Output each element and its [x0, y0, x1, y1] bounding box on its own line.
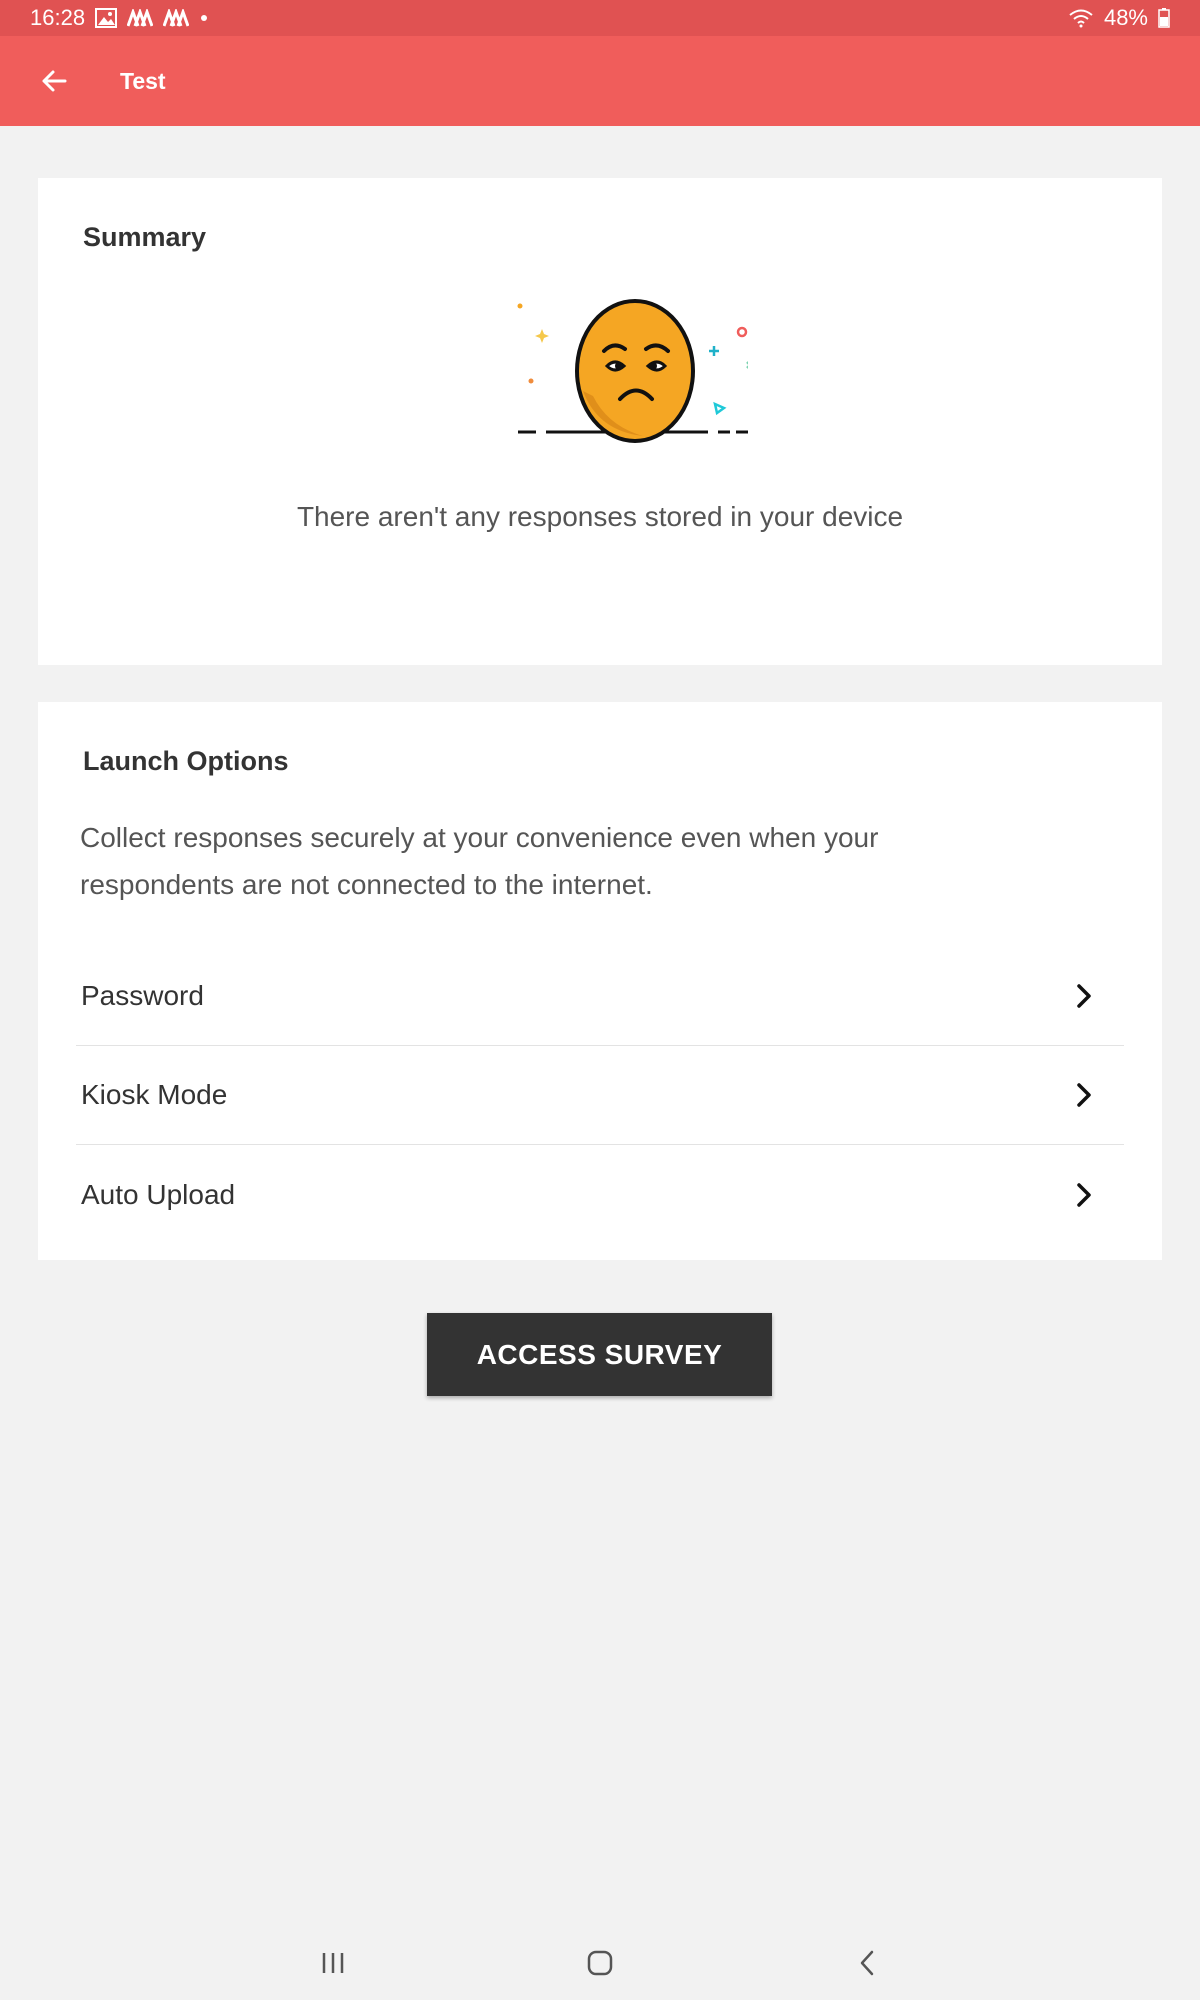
status-left: 16:28 — [30, 5, 209, 31]
battery-percent: 48% — [1103, 5, 1148, 30]
sad-face-icon — [468, 296, 754, 446]
option-kiosk-mode[interactable]: Kiosk Mode — [76, 1046, 1124, 1145]
home-icon — [587, 1950, 613, 1975]
app-icon — [127, 9, 154, 27]
empty-state-message: There aren't any responses stored in you… — [296, 501, 904, 532]
wifi-icon — [1068, 8, 1094, 28]
battery-icon — [1158, 8, 1170, 28]
summary-heading: Summary — [83, 222, 207, 252]
access-survey-button[interactable]: ACCESS SURVEY — [427, 1313, 772, 1396]
recents-icon — [323, 1952, 344, 1973]
status-time: 16:28 — [30, 5, 86, 30]
app-icon — [163, 9, 190, 27]
back-button[interactable] — [26, 53, 82, 109]
launch-options-heading: Launch Options — [83, 746, 289, 776]
page-title: Test — [120, 67, 166, 94]
summary-card: Summary There aren't any responses store… — [38, 178, 1162, 665]
launch-options-card: Launch Options Collect responses securel… — [38, 702, 1162, 1260]
status-right: 48% — [1068, 5, 1170, 31]
system-back-button[interactable] — [837, 1933, 897, 1993]
chevron-right-icon — [1064, 1175, 1104, 1215]
dot-icon — [199, 13, 209, 23]
option-auto-upload[interactable]: Auto Upload — [76, 1145, 1124, 1244]
arrow-left-icon — [42, 70, 67, 92]
chevron-right-icon — [1064, 976, 1104, 1016]
system-nav-bar — [0, 1925, 1200, 2000]
status-bar: 16:28 48% — [0, 0, 1200, 36]
gallery-icon — [95, 8, 118, 28]
option-label: Auto Upload — [81, 1178, 236, 1210]
recents-button[interactable] — [303, 1933, 363, 1993]
back-icon — [860, 1950, 873, 1975]
chevron-right-icon — [1064, 1075, 1104, 1115]
option-label: Password — [81, 980, 204, 1011]
option-label: Kiosk Mode — [81, 1079, 228, 1110]
option-password[interactable]: Password — [76, 947, 1124, 1046]
launch-options-description: Collect responses securely at your conve… — [80, 822, 879, 900]
app-bar: Test — [0, 36, 1200, 126]
home-button[interactable] — [570, 1933, 630, 1993]
